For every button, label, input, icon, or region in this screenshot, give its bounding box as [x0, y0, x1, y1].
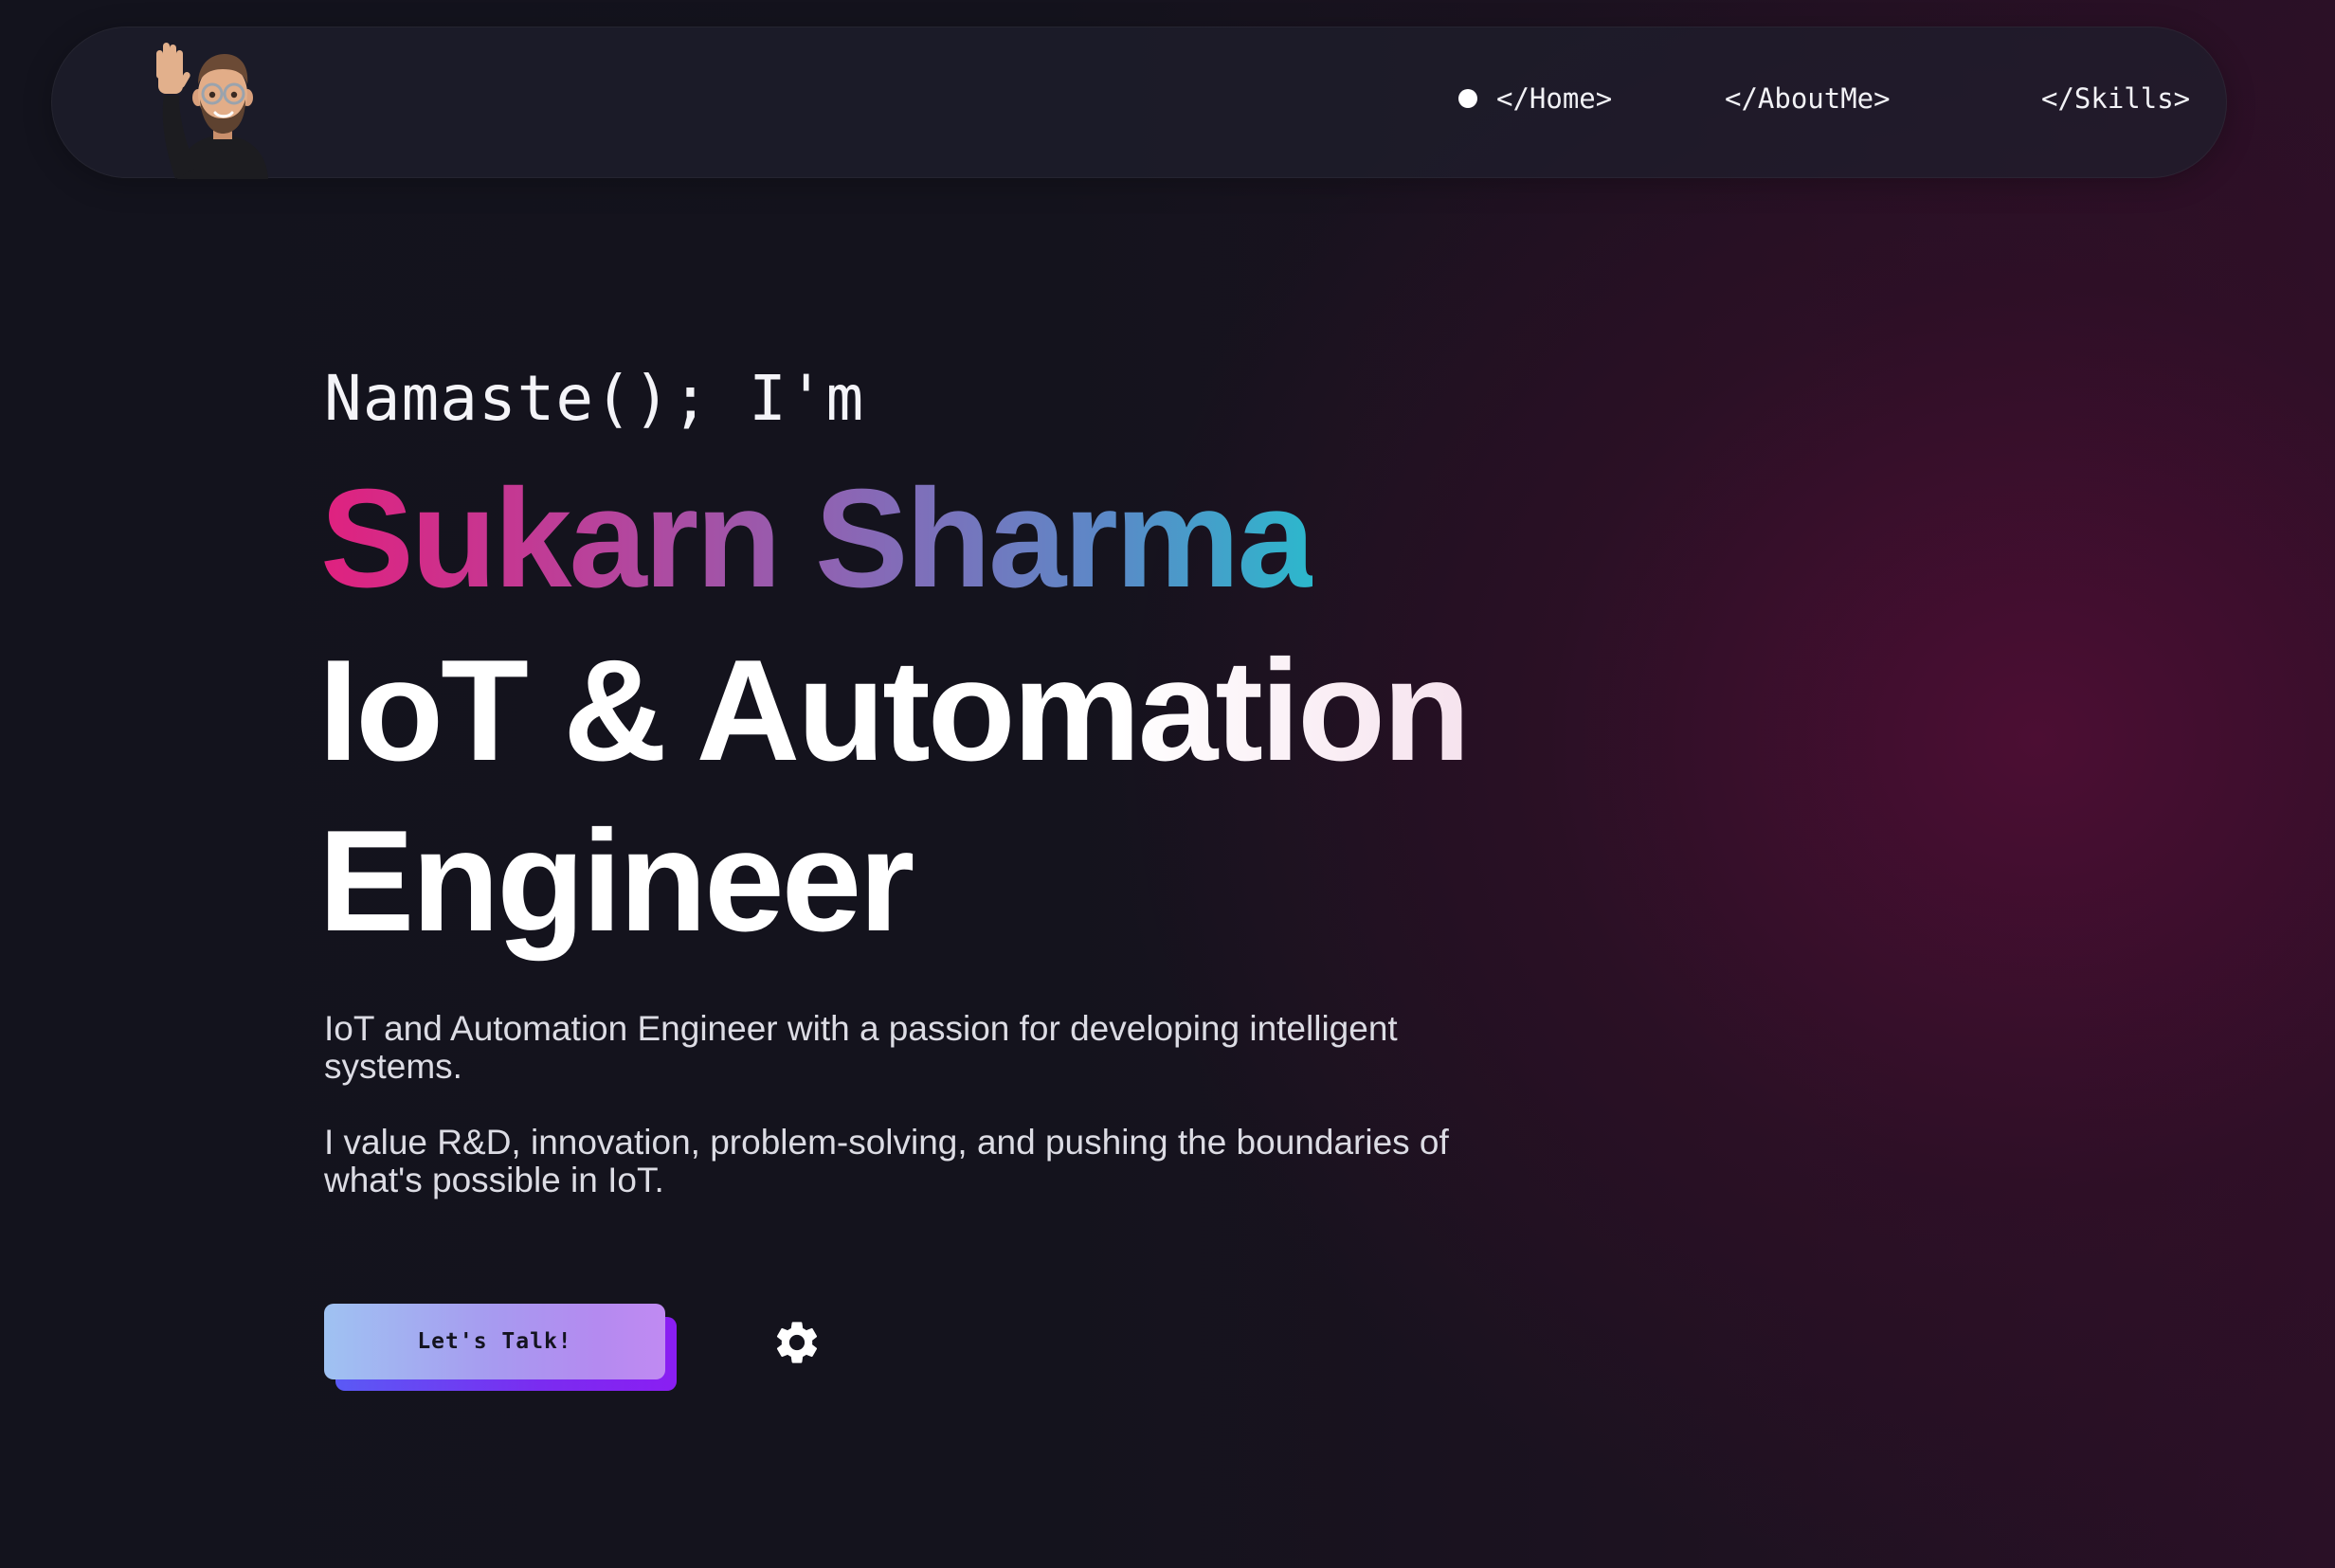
active-indicator-dot: [1458, 89, 1477, 108]
nav-skills-link[interactable]: </Skills>: [2041, 82, 2190, 115]
hero-greeting: Namaste(); I'm: [324, 362, 865, 435]
nav-aboutme-link[interactable]: </AboutMe>: [1725, 82, 1891, 115]
lets-talk-button[interactable]: Let's Talk!: [324, 1304, 665, 1379]
waving-memoji-avatar-icon[interactable]: [147, 37, 299, 179]
hero-title: IoT & Automation Engineer: [318, 625, 1550, 966]
hero-description-1: IoT and Automation Engineer with a passi…: [324, 1009, 1398, 1086]
gear-icon[interactable]: [771, 1317, 823, 1368]
nav-home-link[interactable]: </Home>: [1458, 82, 1612, 115]
hero-description-2: I value R&D, innovation, problem-solving…: [324, 1123, 1449, 1199]
lets-talk-button-wrapper[interactable]: Let's Talk!: [324, 1304, 677, 1391]
hero-name: Sukarn Sharma: [320, 455, 1315, 623]
hero-title-line2: Engineer: [318, 801, 913, 962]
nav-home-label: </Home>: [1496, 82, 1613, 115]
navbar: </Home> </AboutMe> </Skills>: [51, 27, 2227, 179]
hero-title-line1: IoT & Automation: [318, 630, 1468, 791]
